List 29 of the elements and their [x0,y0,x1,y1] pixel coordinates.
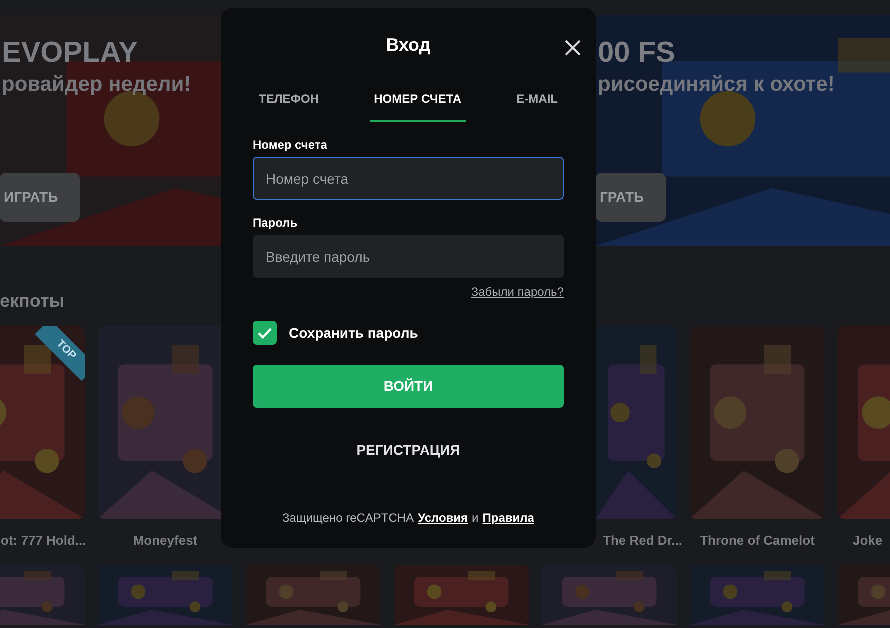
terms-link[interactable]: Условия [418,509,468,527]
conjunction-text: и [472,510,479,527]
forgot-password-link[interactable]: Забыли пароль? [471,283,564,301]
banner-subtitle: рисоединяйся к охоте! [597,72,835,98]
game-title: Moneyfest [133,533,198,549]
section-title: екпоты [0,290,65,312]
tab[interactable]: НОМЕР СЧЕТА [370,86,466,122]
game-title: ot: 777 Hold... [0,533,86,549]
banner-subtitle: ровайдер недели! [1,72,192,98]
play-button[interactable]: ГРАТЬ [596,173,666,222]
recaptcha-notice: Защищено reCAPTCHA [282,510,414,527]
tab[interactable]: E-MAIL [512,86,562,122]
game-title: The Red Dr... [602,533,682,549]
banner-title: EVOPLAY [1,36,138,71]
input-field[interactable]: Введите пароль [253,235,564,278]
privacy-link[interactable]: Правила [482,509,534,527]
tab[interactable]: ТЕЛЕФОН [255,86,323,122]
banner-title: 00 FS [597,36,676,71]
checkbox[interactable] [253,321,277,345]
field-label: Пароль [253,216,299,230]
game-title: Joke [852,533,883,549]
field-label: Номер счета [253,138,328,152]
game-title: Throne of Camelot [700,533,815,549]
checkbox-label: Сохранить пароль [289,324,418,343]
check-icon [258,328,272,338]
play-button[interactable]: ИГРАТЬ [0,173,80,222]
register-button[interactable]: РЕГИСТРАЦИЯ [344,428,472,473]
dialog-title: Вход [386,34,431,56]
input-field[interactable]: Номер счета [253,157,564,200]
